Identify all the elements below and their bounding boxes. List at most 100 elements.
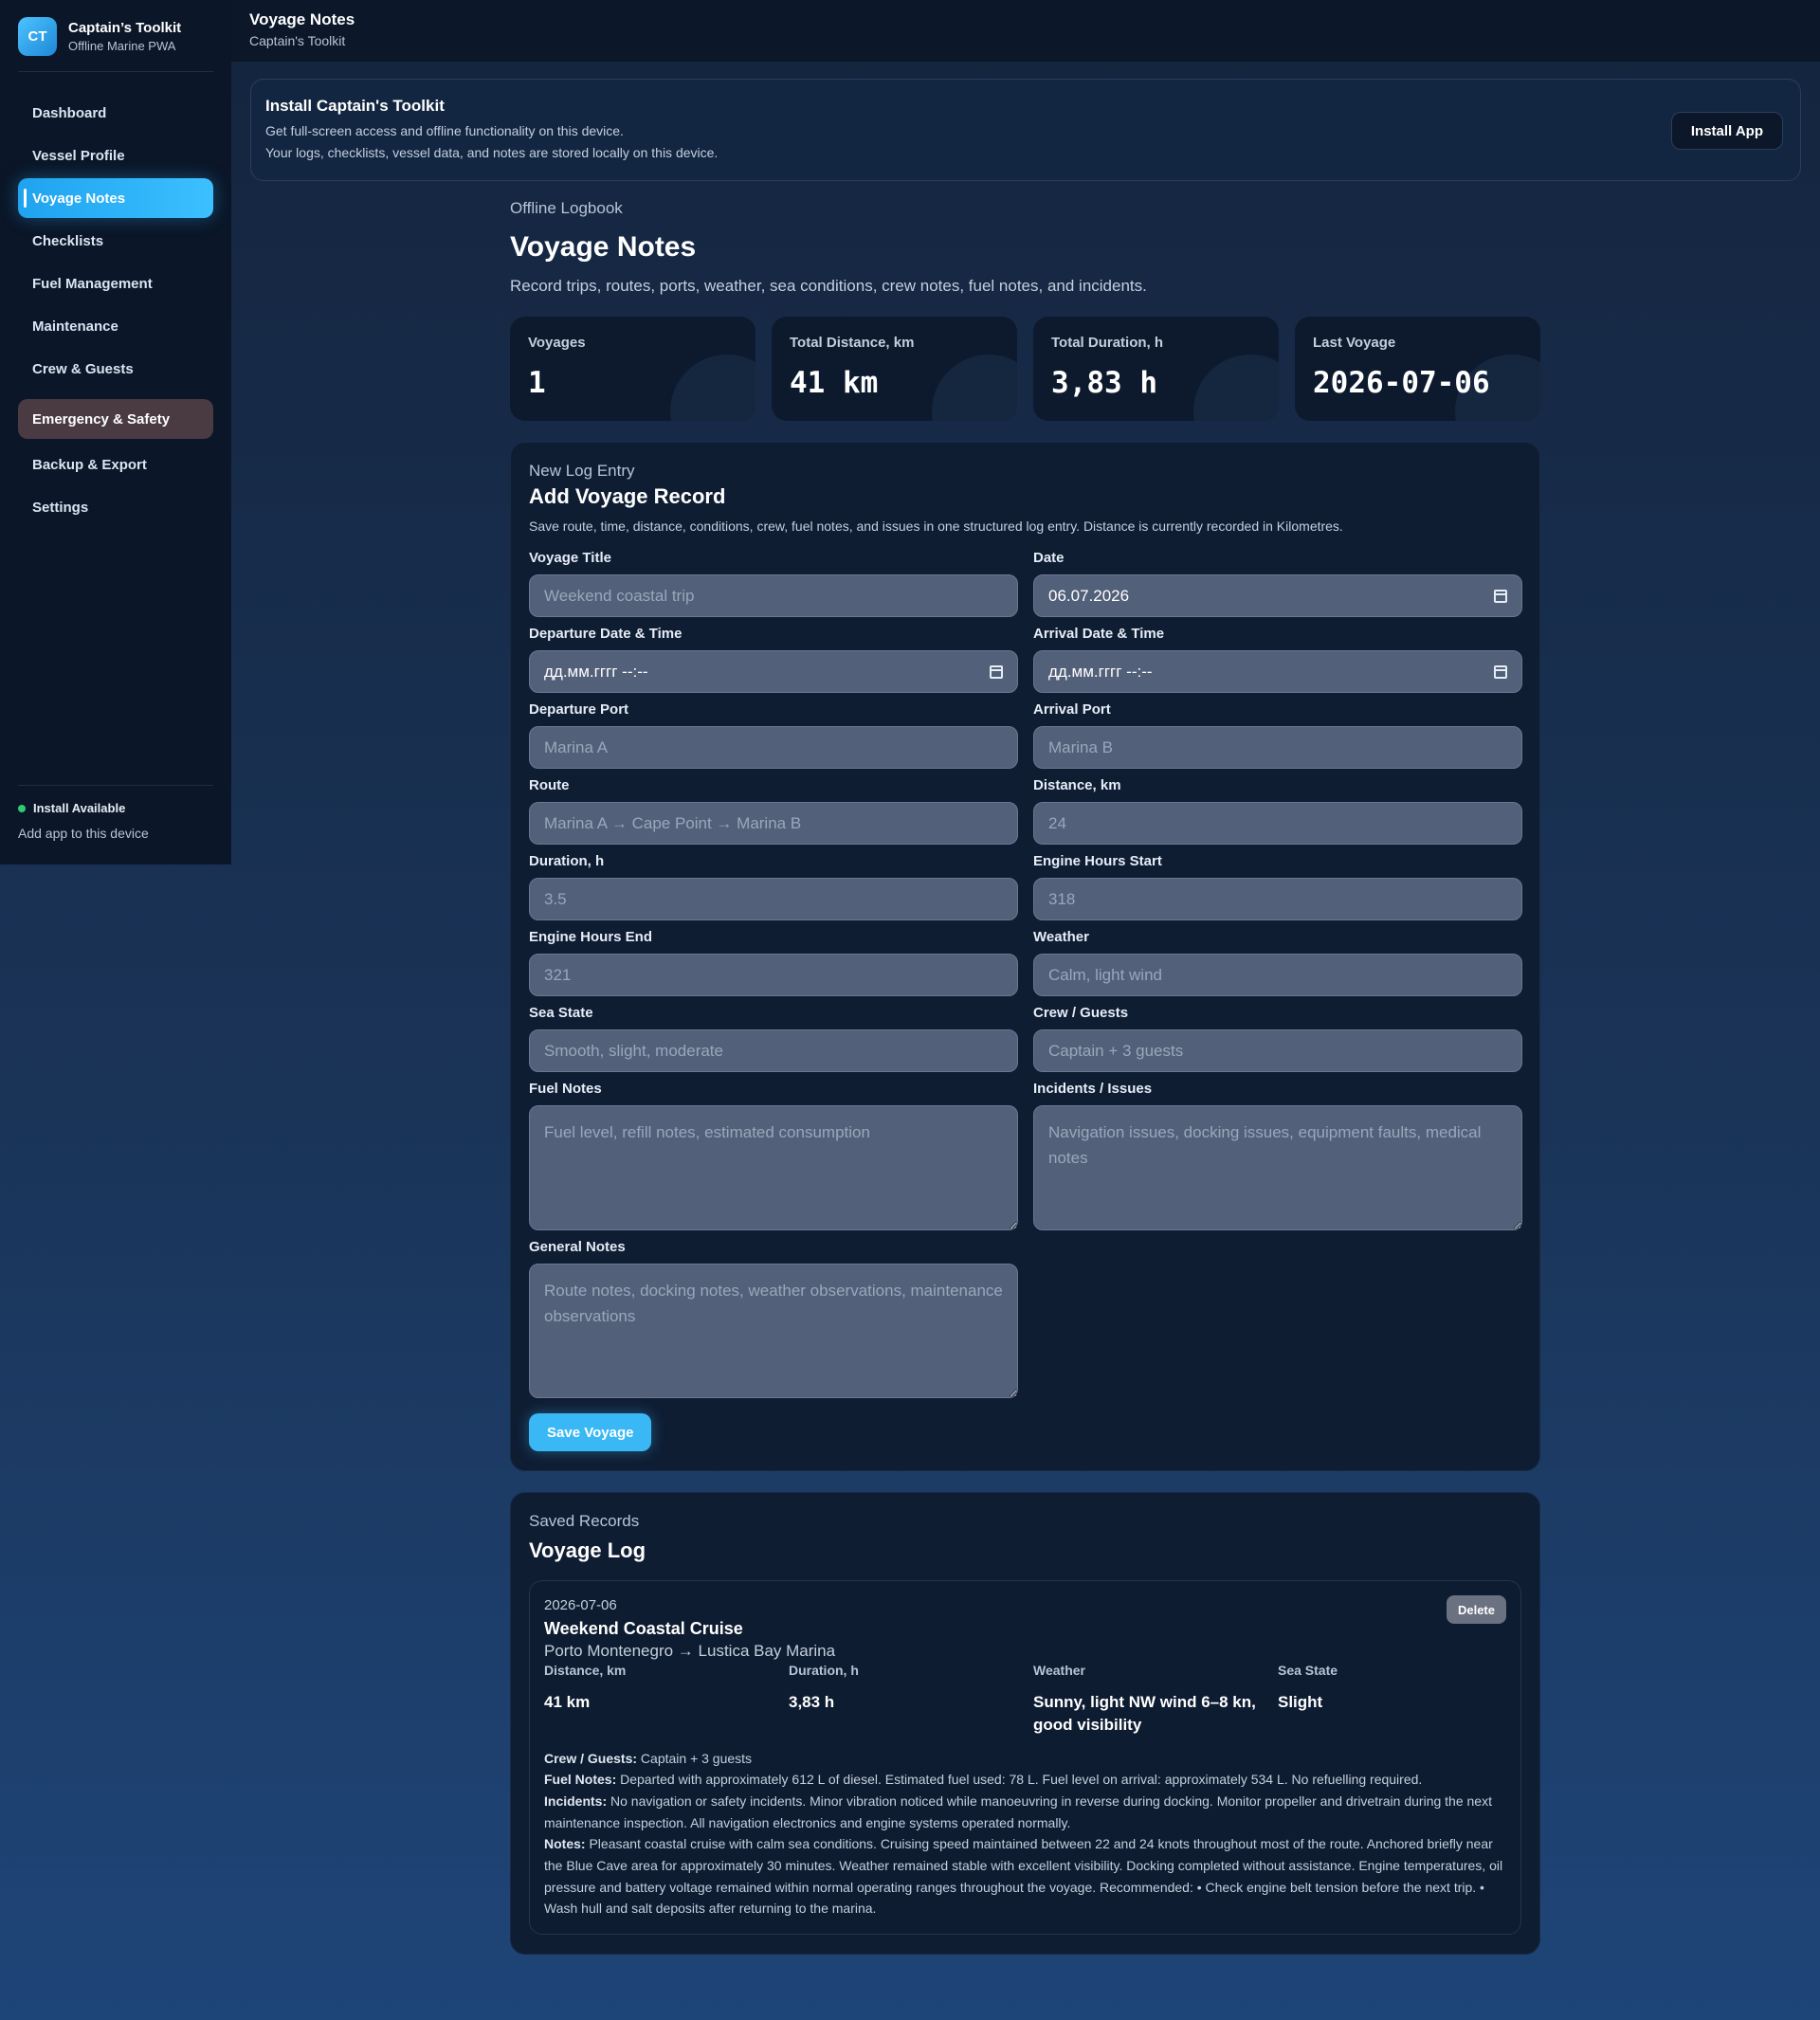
crew-guests-input[interactable] bbox=[1033, 1029, 1522, 1072]
distance-input[interactable] bbox=[1033, 802, 1522, 845]
metric-label: Weather bbox=[1033, 1663, 1085, 1678]
voyage-log-card: Saved Records Voyage Log Delete 2026-07-… bbox=[510, 1492, 1540, 1955]
field-departure: Departure Date & Time дд.мм.гггг --:-- bbox=[529, 626, 1018, 693]
field-label: Voyage Title bbox=[529, 550, 611, 566]
metric-sea-state: Sea State Slight bbox=[1278, 1663, 1505, 1737]
field-label: Weather bbox=[1033, 929, 1089, 945]
install-app-button[interactable]: Install App bbox=[1670, 112, 1783, 150]
general-notes-textarea[interactable] bbox=[529, 1264, 1018, 1398]
engine-hours-end-input[interactable] bbox=[529, 954, 1018, 996]
metric-weather: Weather Sunny, light NW wind 6–8 kn, goo… bbox=[1033, 1663, 1278, 1737]
calendar-icon[interactable] bbox=[1494, 589, 1507, 603]
field-route: Route bbox=[529, 777, 1018, 845]
field-arrival-port: Arrival Port bbox=[1033, 701, 1522, 769]
brand-logo-icon: CT bbox=[18, 17, 57, 56]
stat-label: Last Voyage bbox=[1313, 335, 1396, 351]
topbar-title: Voyage Notes bbox=[249, 10, 355, 28]
save-voyage-button[interactable]: Save Voyage bbox=[529, 1413, 652, 1451]
sidebar-item-settings[interactable]: Settings bbox=[18, 487, 213, 527]
banner-line-1: Get full-screen access and offline funct… bbox=[265, 123, 624, 138]
sidebar-item-dashboard[interactable]: Dashboard bbox=[18, 93, 213, 133]
page-title: Voyage Notes bbox=[510, 231, 697, 263]
field-label: Date bbox=[1033, 550, 1065, 566]
metric-value: 3,83 h bbox=[789, 1693, 835, 1711]
sidebar-item-voyage-notes[interactable]: Voyage Notes bbox=[18, 178, 213, 218]
field-weather: Weather bbox=[1033, 929, 1522, 996]
field-engine-end: Engine Hours End bbox=[529, 929, 1018, 996]
log-entry-route: Porto Montenegro → Lustica Bay Marina bbox=[544, 1642, 836, 1660]
engine-hours-start-input[interactable] bbox=[1033, 878, 1522, 920]
arrival-datetime-input[interactable]: дд.мм.гггг --:-- bbox=[1033, 650, 1522, 693]
detail-incidents: Incidents: No navigation or safety incid… bbox=[544, 1791, 1506, 1833]
detail-value: Pleasant coastal cruise with calm sea co… bbox=[544, 1836, 1503, 1917]
date-input[interactable]: 06.07.2026 bbox=[1033, 574, 1522, 617]
field-arrival: Arrival Date & Time дд.мм.гггг --:-- bbox=[1033, 626, 1522, 693]
incidents-textarea[interactable] bbox=[1033, 1105, 1522, 1230]
field-crew: Crew / Guests bbox=[1033, 1005, 1522, 1072]
form-eyebrow: New Log Entry bbox=[529, 462, 635, 480]
stat-value: 1 bbox=[528, 366, 546, 400]
field-label: Sea State bbox=[529, 1005, 593, 1021]
field-label: Departure Date & Time bbox=[529, 626, 682, 642]
stat-label: Total Duration, h bbox=[1051, 335, 1164, 351]
field-sea-state: Sea State bbox=[529, 1005, 1018, 1072]
field-label: Duration, h bbox=[529, 853, 605, 869]
sidebar-item-backup-export[interactable]: Backup & Export bbox=[18, 445, 213, 484]
stat-value: 3,83 h bbox=[1051, 366, 1157, 400]
detail-label: Notes: bbox=[544, 1836, 586, 1852]
metric-distance: Distance, km 41 km bbox=[544, 1663, 789, 1737]
fuel-notes-textarea[interactable] bbox=[529, 1105, 1018, 1230]
date-value: 06.07.2026 bbox=[1048, 586, 1130, 605]
field-incidents: Incidents / Issues bbox=[1033, 1081, 1522, 1230]
metric-value: Slight bbox=[1278, 1693, 1323, 1711]
status-dot-icon bbox=[18, 804, 26, 812]
departure-datetime-input[interactable]: дд.мм.гггг --:-- bbox=[529, 650, 1018, 693]
route-input[interactable] bbox=[529, 802, 1018, 845]
weather-input[interactable] bbox=[1033, 954, 1522, 996]
field-label: Incidents / Issues bbox=[1033, 1081, 1153, 1097]
sidebar-item-maintenance[interactable]: Maintenance bbox=[18, 306, 213, 346]
field-label: General Notes bbox=[529, 1239, 626, 1255]
voyage-title-input[interactable] bbox=[529, 574, 1018, 617]
metric-label: Duration, h bbox=[789, 1663, 859, 1678]
stat-card-voyages: Voyages 1 bbox=[510, 317, 755, 421]
stat-label: Total Distance, km bbox=[790, 335, 915, 351]
add-voyage-card: New Log Entry Add Voyage Record Save rou… bbox=[510, 442, 1540, 1471]
log-entry-details: Crew / Guests: Captain + 3 guests Fuel N… bbox=[544, 1748, 1506, 1920]
topbar-subtitle: Captain's Toolkit bbox=[249, 33, 346, 48]
sidebar-item-fuel-management[interactable]: Fuel Management bbox=[18, 264, 213, 303]
detail-label: Incidents: bbox=[544, 1793, 608, 1809]
sidebar-item-vessel-profile[interactable]: Vessel Profile bbox=[18, 136, 213, 175]
list-item: Delete 2026-07-06 Weekend Coastal Cruise… bbox=[529, 1580, 1521, 1935]
duration-input[interactable] bbox=[529, 878, 1018, 920]
detail-label: Fuel Notes: bbox=[544, 1772, 617, 1788]
install-footer: Install Available Add app to this device bbox=[18, 785, 213, 841]
field-distance: Distance, km bbox=[1033, 777, 1522, 845]
sidebar-item-checklists[interactable]: Checklists bbox=[18, 221, 213, 261]
field-label: Engine Hours End bbox=[529, 929, 653, 945]
field-duration: Duration, h bbox=[529, 853, 1018, 920]
field-label: Crew / Guests bbox=[1033, 1005, 1129, 1021]
delete-button[interactable]: Delete bbox=[1446, 1595, 1506, 1624]
departure-port-input[interactable] bbox=[529, 726, 1018, 769]
log-eyebrow: Saved Records bbox=[529, 1512, 640, 1530]
stats-row: Voyages 1 Total Distance, km 41 km Total… bbox=[510, 317, 1540, 421]
install-banner: Install Captain's Toolkit Get full-scree… bbox=[250, 79, 1801, 181]
sea-state-input[interactable] bbox=[529, 1029, 1018, 1072]
banner-line-2: Your logs, checklists, vessel data, and … bbox=[265, 145, 719, 160]
arrival-datetime-value: дд.мм.гггг --:-- bbox=[1048, 662, 1153, 681]
calendar-icon[interactable] bbox=[1494, 664, 1507, 679]
calendar-icon[interactable] bbox=[990, 664, 1003, 679]
sidebar-item-emergency-safety[interactable]: Emergency & Safety bbox=[18, 399, 213, 439]
field-label: Distance, km bbox=[1033, 777, 1121, 793]
page-description: Record trips, routes, ports, weather, se… bbox=[510, 277, 1147, 295]
metric-label: Sea State bbox=[1278, 1663, 1338, 1678]
install-status-label: Install Available bbox=[33, 801, 126, 815]
form-description: Save route, time, distance, conditions, … bbox=[529, 519, 1343, 534]
arrival-port-input[interactable] bbox=[1033, 726, 1522, 769]
sidebar-item-crew-guests[interactable]: Crew & Guests bbox=[18, 349, 213, 389]
brand-name: Captain’s Toolkit bbox=[68, 20, 182, 36]
log-entry-title: Weekend Coastal Cruise bbox=[544, 1619, 743, 1638]
sidebar-nav: Dashboard Vessel Profile Voyage Notes Ch… bbox=[18, 93, 213, 527]
detail-value: Departed with approximately 612 L of die… bbox=[620, 1772, 1423, 1788]
